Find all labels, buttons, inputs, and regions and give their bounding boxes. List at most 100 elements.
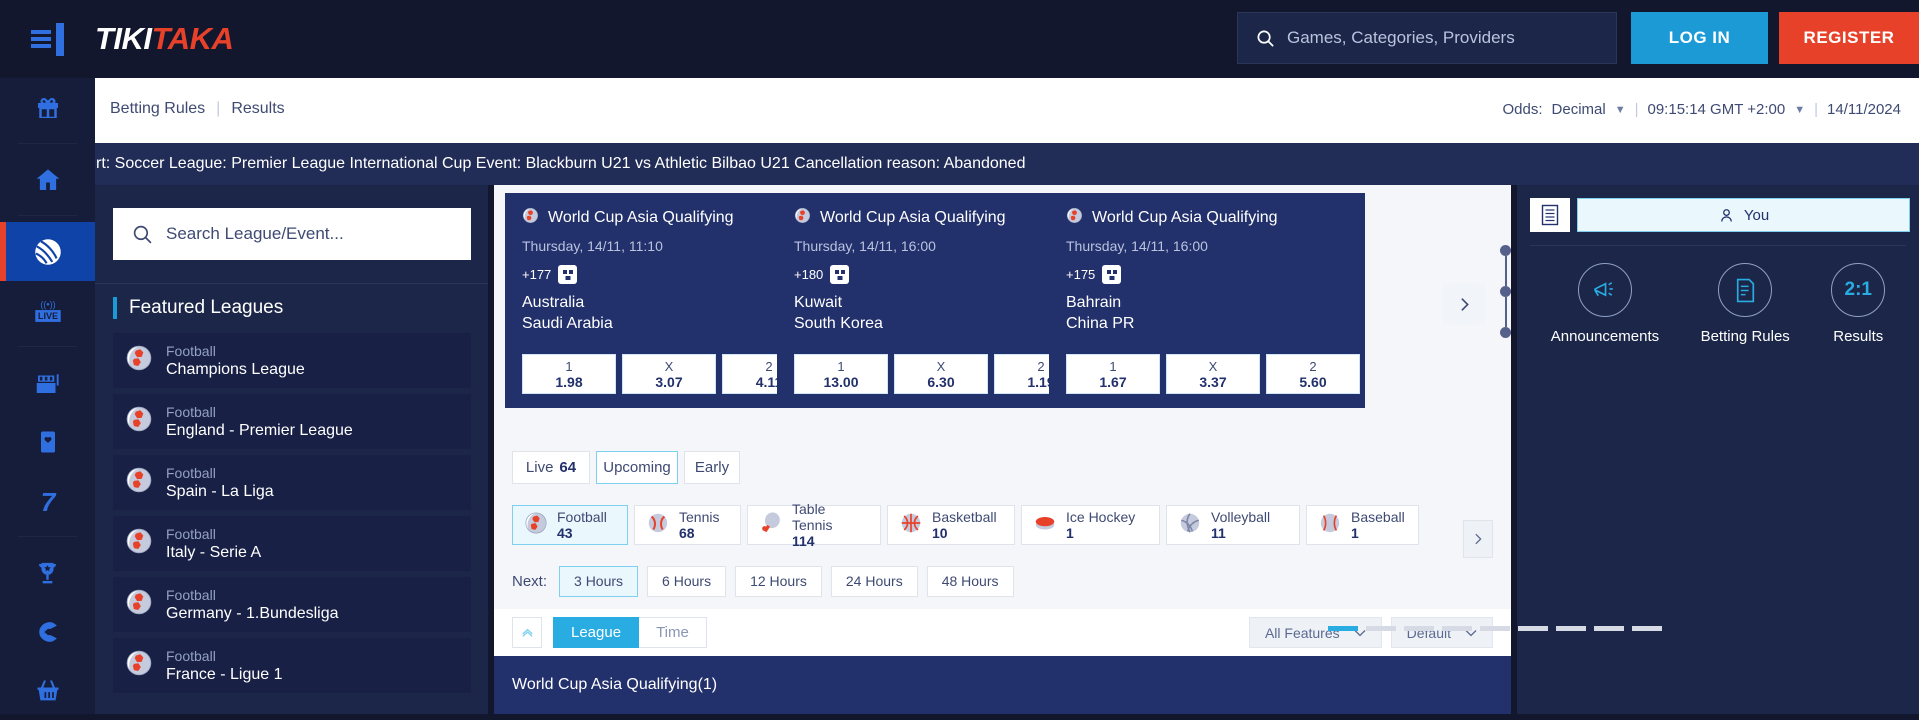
home-team: Australia — [522, 292, 804, 313]
rail-item-home[interactable] — [0, 150, 95, 209]
match-card[interactable]: World Cup Asia QualifyingThursday, 14/11… — [505, 193, 821, 408]
results-link[interactable]: Results — [231, 100, 284, 118]
more-markets[interactable]: +175 — [1066, 265, 1348, 284]
rail-item-shop[interactable] — [0, 661, 95, 720]
league-list-item[interactable]: FootballSpain - La Liga — [113, 455, 471, 510]
carousel-dot[interactable] — [1442, 626, 1472, 631]
panel-divider — [1530, 245, 1906, 246]
odd-button[interactable]: 113.00 — [794, 354, 888, 394]
sort-by-league-tab[interactable]: League — [553, 617, 639, 648]
sport-chip-ice-hockey[interactable]: Ice Hockey1 — [1021, 505, 1160, 545]
next-hours-12[interactable]: 12 Hours — [735, 566, 822, 597]
settings-divider: | — [1635, 101, 1639, 118]
carousel-dot[interactable] — [1632, 626, 1662, 631]
next-hours-48[interactable]: 48 Hours — [927, 566, 1014, 597]
odd-button[interactable]: X3.07 — [622, 354, 716, 394]
rail-item-promotions[interactable] — [0, 78, 95, 137]
odd-key: 2 — [1309, 359, 1316, 374]
chevron-down-icon[interactable]: ▼ — [1794, 104, 1805, 116]
match-card[interactable]: World Cup Asia QualifyingThursday, 14/11… — [777, 193, 1093, 408]
more-markets[interactable]: +180 — [794, 265, 1076, 284]
sport-chip-volleyball[interactable]: Volleyball11 — [1166, 505, 1300, 545]
carousel-dot[interactable] — [1594, 626, 1624, 631]
next-hours-3[interactable]: 3 Hours — [559, 566, 638, 597]
site-logo[interactable]: TIKITAKA — [95, 21, 233, 57]
odd-button[interactable]: 11.98 — [522, 354, 616, 394]
carousel-dot[interactable] — [1480, 626, 1510, 631]
document-glyph — [1733, 277, 1758, 304]
rail-item-cards[interactable] — [0, 412, 95, 471]
carousel-next-button[interactable] — [1443, 283, 1485, 325]
odds-row: 11.98X3.0724.11 — [522, 354, 816, 394]
clock-value[interactable]: 09:15:14 GMT +2:00 — [1648, 101, 1786, 118]
league-list-item[interactable]: FootballChampions League — [113, 333, 471, 388]
register-button[interactable]: REGISTER — [1779, 12, 1919, 64]
sport-chip-football[interactable]: Football43 — [512, 505, 628, 545]
rail-item-live[interactable]: ((•)) LIVE — [0, 281, 95, 340]
sport-name: Volleyball — [1211, 509, 1270, 525]
league-sport: Football — [166, 648, 283, 665]
next-hours-6[interactable]: 6 Hours — [647, 566, 726, 597]
league-group-header[interactable]: World Cup Asia Qualifying(1) — [494, 656, 1511, 714]
rail-item-crypto[interactable] — [0, 602, 95, 661]
rail-item-tournaments[interactable] — [0, 543, 95, 602]
carousel-dot[interactable] — [1518, 626, 1548, 631]
team-names: AustraliaSaudi Arabia — [522, 292, 804, 334]
status-tab-label: Live — [526, 459, 554, 476]
carousel-dots[interactable] — [1328, 626, 1662, 631]
odd-button[interactable]: X6.30 — [894, 354, 988, 394]
default-sort-dropdown[interactable]: Default — [1391, 617, 1493, 648]
league-list-item[interactable]: FootballGermany - 1.Bundesliga — [113, 577, 471, 632]
rail-divider — [18, 215, 77, 216]
betting-rules-link[interactable]: Betting Rules — [110, 100, 205, 118]
quick-link-results[interactable]: 2:1 Results — [1831, 263, 1885, 345]
carousel-dot[interactable] — [1404, 626, 1434, 631]
sort-by-time-tab[interactable]: Time — [639, 617, 707, 648]
league-list-item[interactable]: FootballEngland - Premier League — [113, 394, 471, 449]
rail-item-sports[interactable] — [0, 222, 95, 281]
global-search[interactable]: Games, Categories, Providers — [1237, 12, 1617, 64]
basketball-icon — [899, 511, 923, 535]
match-league-name: World Cup Asia Qualifying — [820, 209, 1006, 227]
sport-chip-table-tennis[interactable]: Table Tennis114 — [747, 505, 881, 545]
odd-button[interactable]: 25.60 — [1266, 354, 1360, 394]
you-tab-button[interactable]: You — [1577, 198, 1910, 232]
match-league-name: World Cup Asia Qualifying — [548, 209, 734, 227]
match-league: World Cup Asia Qualifying — [1066, 207, 1348, 229]
rail-item-slots[interactable] — [0, 353, 95, 412]
carousel-dot[interactable] — [1366, 626, 1396, 631]
menu-toggle-button[interactable] — [0, 0, 95, 78]
carousel-dot[interactable] — [1328, 626, 1358, 631]
collapse-all-button[interactable] — [512, 617, 542, 648]
quick-link-announcements[interactable]: Announcements — [1551, 263, 1659, 345]
odd-button[interactable]: X3.37 — [1166, 354, 1260, 394]
login-button[interactable]: LOG IN — [1631, 12, 1768, 64]
quick-link-label: Announcements — [1551, 328, 1659, 345]
status-tab-early[interactable]: Early — [684, 451, 740, 484]
more-markets[interactable]: +177 — [522, 265, 804, 284]
carousel-dot[interactable] — [1556, 626, 1586, 631]
rail-item-lucky-seven[interactable]: 7 — [0, 471, 95, 530]
sports-chips-next-button[interactable] — [1463, 520, 1493, 558]
league-sport: Football — [166, 343, 305, 360]
league-search-input[interactable]: Search League/Event... — [113, 208, 471, 260]
sports-ball-icon — [31, 235, 65, 269]
chevron-down-icon[interactable]: ▼ — [1615, 104, 1626, 116]
odd-button[interactable]: 11.67 — [1066, 354, 1160, 394]
football-icon — [125, 527, 153, 560]
league-list-item[interactable]: FootballFrance - Ligue 1 — [113, 638, 471, 693]
odds-format-value[interactable]: Decimal — [1552, 101, 1606, 118]
sport-chip-basketball[interactable]: Basketball10 — [887, 505, 1015, 545]
sport-name: Basketball — [932, 509, 997, 525]
league-list-item[interactable]: FootballItaly - Serie A — [113, 516, 471, 571]
quick-link-betting-rules[interactable]: Betting Rules — [1701, 263, 1790, 345]
match-card[interactable]: World Cup Asia QualifyingThursday, 14/11… — [1049, 193, 1365, 408]
sport-chip-baseball[interactable]: Baseball1 — [1306, 505, 1419, 545]
status-tab-upcoming[interactable]: Upcoming — [596, 451, 678, 484]
sport-chip-tennis[interactable]: Tennis68 — [634, 505, 741, 545]
status-tab-live[interactable]: Live64 — [512, 451, 590, 484]
svg-text:((•)): ((•)) — [40, 299, 55, 309]
next-hours-24[interactable]: 24 Hours — [831, 566, 918, 597]
all-features-dropdown[interactable]: All Features — [1249, 617, 1382, 648]
betslip-tab-button[interactable] — [1530, 198, 1570, 232]
